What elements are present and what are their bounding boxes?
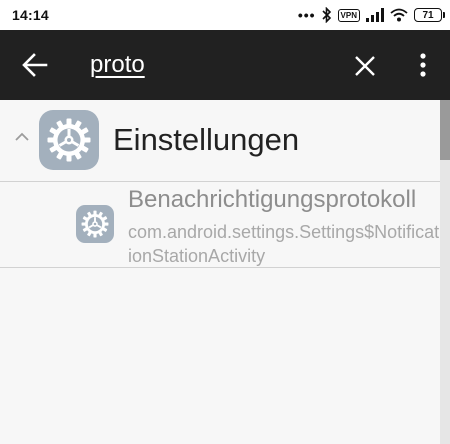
close-icon[interactable] bbox=[353, 54, 377, 78]
search-input[interactable]: proto bbox=[90, 51, 145, 79]
settings-gear-icon bbox=[47, 118, 91, 162]
results-list: Einstellungen Benachrichtigungsprotokoll… bbox=[0, 100, 450, 444]
signal-icon bbox=[366, 8, 384, 22]
settings-gear-icon bbox=[81, 210, 109, 238]
wifi-icon bbox=[390, 8, 408, 22]
item-activity-name: com.android.settings.Settings$Notificati… bbox=[128, 222, 440, 266]
search-toolbar: proto bbox=[0, 30, 450, 100]
group-title: Einstellungen bbox=[113, 122, 300, 157]
settings-app-icon bbox=[39, 110, 99, 170]
bluetooth-icon bbox=[321, 7, 331, 23]
divider bbox=[0, 267, 440, 268]
list-item[interactable]: Benachrichtigungsprotokoll com.android.s… bbox=[0, 182, 440, 268]
notification-dots: ••• bbox=[297, 7, 316, 23]
status-bar: 14:14 ••• VPN 71 bbox=[0, 0, 450, 30]
scrollbar-thumb[interactable] bbox=[440, 100, 450, 160]
group-header-einstellungen[interactable]: Einstellungen bbox=[0, 100, 440, 182]
more-vert-icon[interactable] bbox=[416, 52, 430, 78]
item-title: Benachrichtigungsprotokoll bbox=[128, 186, 417, 213]
arrow-back-icon[interactable] bbox=[22, 53, 48, 77]
battery-icon: 71 bbox=[414, 8, 445, 22]
settings-app-icon bbox=[76, 205, 114, 243]
status-icons: ••• VPN 71 bbox=[297, 6, 445, 24]
chevron-up-icon[interactable] bbox=[14, 130, 30, 144]
vpn-badge: VPN bbox=[337, 8, 360, 22]
status-time: 14:14 bbox=[12, 7, 49, 23]
